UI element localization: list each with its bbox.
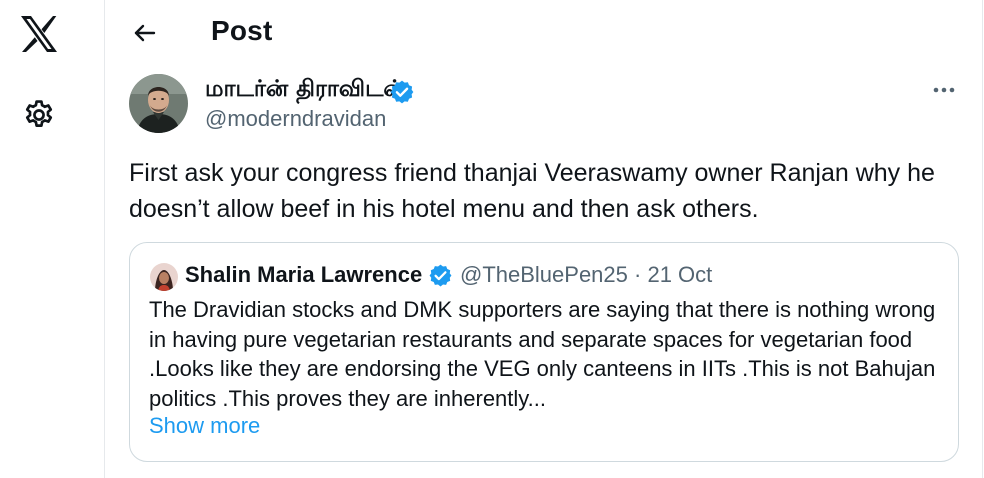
quoted-author-handle[interactable]: @TheBluePen25 — [460, 262, 628, 287]
tweet-text: First ask your congress friend thanjai V… — [129, 159, 935, 223]
meta-separator: · — [634, 262, 642, 287]
x-logo-icon[interactable] — [19, 14, 59, 54]
show-more-link[interactable]: Show more — [149, 413, 260, 439]
quoted-date[interactable]: 21 Oct — [647, 262, 712, 287]
quoted-tweet-text: The Dravidian stocks and DMK supporters … — [149, 297, 936, 411]
right-divider — [982, 0, 983, 478]
arrow-left-icon[interactable] — [130, 18, 160, 48]
left-rail — [0, 0, 105, 478]
avatar[interactable] — [129, 74, 188, 133]
gear-icon[interactable] — [22, 98, 56, 132]
author-name[interactable]: மாடர்ன் திராவிடன் — [205, 76, 406, 105]
verified-badge-icon — [389, 79, 415, 105]
quoted-meta: @TheBluePen25 · 21 Oct — [460, 262, 712, 288]
author-handle[interactable]: @moderndravidan — [205, 106, 386, 132]
quoted-author-name[interactable]: Shalin Maria Lawrence — [185, 262, 422, 288]
more-horizontal-icon[interactable] — [930, 78, 958, 102]
page-title: Post — [211, 15, 273, 46]
left-divider — [104, 0, 105, 478]
page-header: Post — [105, 0, 984, 66]
verified-badge-icon — [428, 263, 453, 288]
quoted-avatar[interactable] — [150, 263, 178, 291]
quoted-tweet-card[interactable]: Shalin Maria Lawrence @TheBluePen25 · 21… — [129, 242, 959, 462]
